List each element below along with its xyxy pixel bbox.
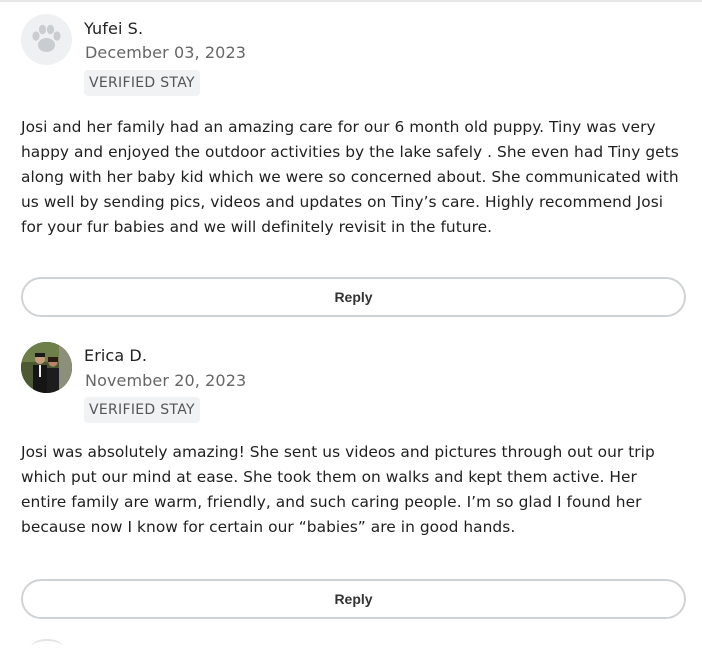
- review-date: December 03, 2023: [85, 43, 247, 62]
- reply-button[interactable]: Reply: [21, 579, 686, 619]
- top-divider: [0, 0, 702, 2]
- avatar[interactable]: [21, 14, 72, 65]
- review-text: Josi was absolutely amazing! She sent us…: [21, 443, 655, 536]
- reviewer-name[interactable]: Erica D.: [84, 346, 147, 365]
- review-text: Josi and her family had an amazing care …: [21, 118, 679, 236]
- verified-stay-badge: VERIFIED STAY: [84, 70, 200, 96]
- reply-button[interactable]: Reply: [21, 277, 686, 317]
- paw-icon: [32, 24, 61, 52]
- next-review-avatar: [31, 639, 63, 655]
- review-date: November 20, 2023: [85, 371, 247, 390]
- verified-stay-badge: VERIFIED STAY: [84, 397, 200, 423]
- reviewer-name[interactable]: Yufei S.: [84, 19, 143, 38]
- avatar[interactable]: [21, 342, 72, 393]
- user-photo-icon: [21, 342, 72, 393]
